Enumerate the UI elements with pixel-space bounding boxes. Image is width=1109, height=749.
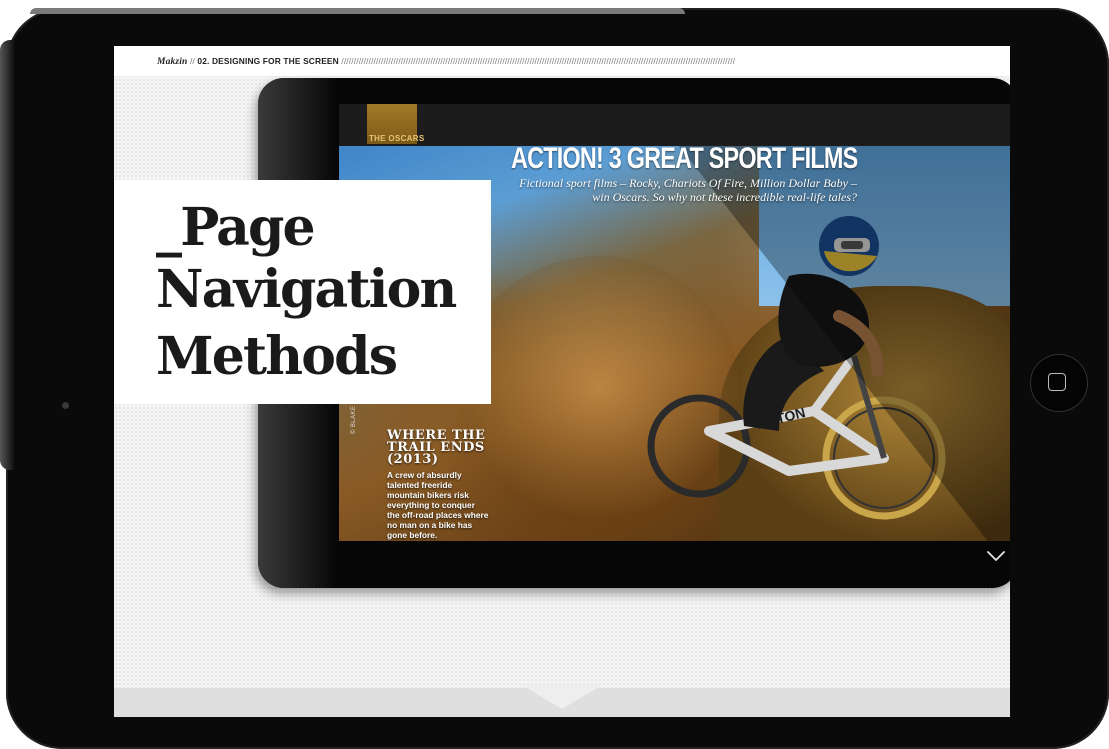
front-camera — [62, 402, 69, 409]
article-header-bar: THE OSCARS — [339, 104, 1010, 146]
article-headline: ACTION! 3 GREAT SPORT FILMS — [511, 142, 858, 175]
title-line-3: Methods — [156, 326, 398, 387]
title-line-1: _Page — [156, 197, 316, 258]
chevron-down-icon[interactable] — [984, 549, 1008, 563]
breadcrumb-rule: ////////////////////////////////////////… — [338, 56, 736, 66]
top-bar: Makzin // 02. DESIGNING FOR THE SCREEN /… — [114, 46, 1010, 77]
section-title: 02. DESIGNING FOR THE SCREEN — [197, 56, 339, 66]
home-button-icon — [1048, 373, 1066, 391]
title-card: _Page Navigation Methods — [114, 180, 491, 404]
sidebar-title-line: (2013) — [387, 452, 439, 467]
brand-name: Makzin — [157, 57, 188, 67]
home-button[interactable] — [1031, 355, 1087, 411]
sidebar-title: WHERE THE TRAIL ENDS (2013) — [387, 429, 497, 467]
sidebar-body: A crew of absurdly talented freeride mou… — [387, 470, 489, 540]
breadcrumb: Makzin // 02. DESIGNING FOR THE SCREEN /… — [157, 56, 997, 67]
section-tab-label: THE OSCARS — [369, 134, 425, 143]
title-line-2: Navigation — [156, 259, 457, 320]
bezel-highlight — [30, 8, 685, 14]
breadcrumb-separator: // — [187, 56, 198, 66]
tablet-screen: Makzin // 02. DESIGNING FOR THE SCREEN /… — [114, 46, 1010, 717]
article-subhead: Fictional sport films – Rocky, Chariots … — [519, 176, 857, 204]
bezel-side — [0, 40, 14, 470]
